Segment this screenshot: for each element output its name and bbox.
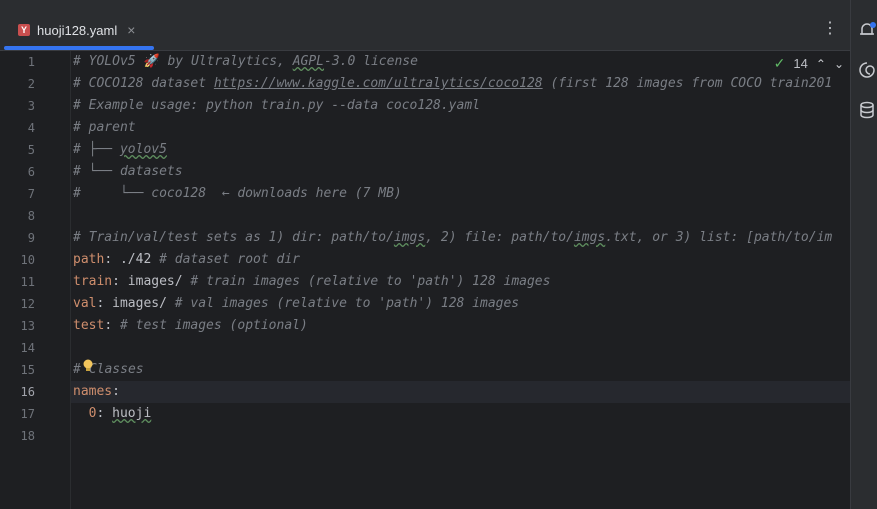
inspections-widget[interactable]: ✓ 14 ⌃ ⌄ (774, 55, 844, 72)
code-line-1: # YOLOv5 🚀 by Ultralytics, AGPL-3.0 lice… (73, 54, 418, 69)
code-line-2: # COCO128 dataset https://www.kaggle.com… (73, 76, 833, 91)
line-number: 8 (27, 209, 35, 223)
line-number: 15 (20, 363, 35, 377)
line-number-current: 16 (20, 385, 35, 399)
editor-tab-bar: Y huoji128.yaml × ⋮ (0, 0, 850, 51)
line-number: 14 (20, 341, 35, 355)
code-line-13: test: # test images (optional) (73, 318, 308, 333)
code-line-7: # └── coco128 ← downloads here (7 MB) (73, 186, 402, 201)
line-number: 13 (20, 319, 35, 333)
line-number: 10 (20, 253, 35, 267)
line-number: 9 (27, 231, 35, 245)
code-line-5: # ├── yolov5 (73, 142, 167, 157)
active-tab-indicator (4, 46, 154, 50)
line-number: 12 (20, 297, 35, 311)
line-number: 3 (27, 99, 35, 113)
code-line-11: train: images/ # train images (relative … (73, 274, 551, 289)
line-number: 7 (27, 187, 35, 201)
line-number: 18 (20, 429, 35, 443)
chevron-down-icon[interactable]: ⌄ (834, 57, 844, 71)
yaml-file-icon: Y (18, 24, 30, 36)
line-number: 17 (20, 407, 35, 421)
code-line-12: val: images/ # val images (relative to '… (73, 296, 520, 311)
tab-huoji128-yaml[interactable]: Y huoji128.yaml × (4, 10, 154, 50)
close-icon[interactable]: × (127, 22, 135, 38)
ai-assistant-icon[interactable] (857, 60, 877, 80)
code-line-6: # └── datasets (73, 164, 183, 179)
check-icon: ✓ (773, 55, 786, 71)
chevron-up-icon[interactable]: ⌃ (816, 57, 826, 71)
notifications-icon[interactable] (857, 20, 877, 40)
code-area[interactable]: # YOLOv5 🚀 by Ultralytics, AGPL-3.0 lice… (73, 51, 850, 509)
line-number: 11 (20, 275, 35, 289)
dataset-link[interactable]: https://www.kaggle.com/ultralytics/coco1… (214, 76, 543, 91)
code-line-17: 0: huoji (73, 406, 152, 421)
code-line-3: # Example usage: python train.py --data … (73, 98, 480, 113)
line-number: 6 (27, 165, 35, 179)
line-number: 5 (27, 143, 35, 157)
rocket-emoji: 🚀 (143, 54, 160, 69)
right-tool-strip (850, 0, 877, 509)
inspection-count: 14 (793, 56, 808, 71)
line-number: 4 (27, 121, 35, 135)
more-options-icon[interactable]: ⋮ (822, 18, 838, 38)
code-line-9: # Train/val/test sets as 1) dir: path/to… (73, 230, 833, 245)
database-icon[interactable] (857, 100, 877, 120)
code-editor[interactable]: 1 2 3 4 5 6 7 8 9 10 11 12 13 14 15 16 1… (0, 51, 850, 509)
code-line-16: names: (73, 384, 120, 399)
code-line-4: # parent (73, 120, 136, 135)
line-number-gutter: 1 2 3 4 5 6 7 8 9 10 11 12 13 14 15 16 1… (0, 51, 71, 509)
lightbulb-icon[interactable] (82, 359, 94, 373)
line-number: 2 (27, 77, 35, 91)
code-line-10: path: ./42 # dataset root dir (73, 252, 300, 267)
line-number: 1 (27, 55, 35, 69)
tab-title: huoji128.yaml (37, 22, 118, 38)
